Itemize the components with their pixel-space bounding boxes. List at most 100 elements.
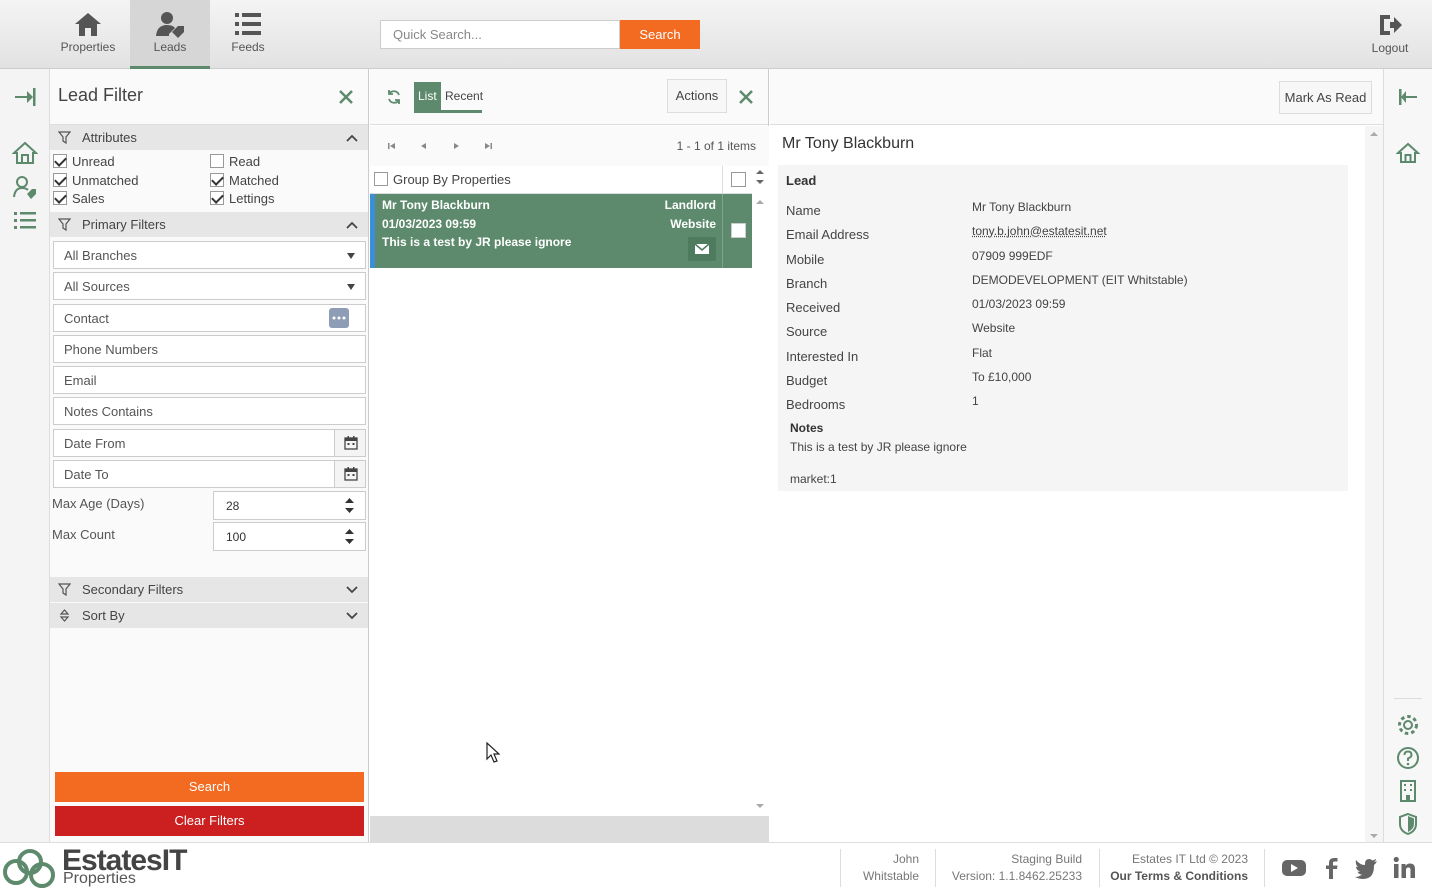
list-icon — [235, 13, 261, 35]
nav-properties[interactable]: Properties — [48, 0, 128, 69]
field-label-budget: Budget — [786, 373, 828, 388]
version-text: Version: 1.1.8462.25233 — [951, 869, 1082, 883]
unmatched-label: Unmatched — [72, 173, 139, 188]
attributes-section-header[interactable]: Attributes — [50, 125, 368, 150]
field-label-received: Received — [786, 300, 841, 315]
email-link[interactable]: tony.b.john@estatesit.net — [972, 224, 1107, 238]
nav-feeds[interactable]: Feeds — [208, 0, 288, 69]
sales-checkbox[interactable]: Sales — [53, 191, 105, 206]
help-icon[interactable] — [1396, 746, 1420, 770]
sources-select[interactable]: All Sources — [53, 272, 366, 300]
calendar-icon — [344, 436, 358, 450]
lettings-checkbox[interactable]: Lettings — [210, 191, 275, 206]
lead-date: 01/03/2023 09:59 — [382, 217, 477, 231]
right-rail — [1383, 69, 1432, 842]
filter-icon — [58, 218, 71, 231]
date-to-field[interactable]: Date To — [53, 460, 366, 488]
home-icon[interactable] — [12, 140, 38, 166]
notes-contains-field[interactable]: Notes Contains — [53, 397, 366, 425]
detail-scrollbar[interactable] — [1365, 126, 1383, 842]
field-label-mobile: Mobile — [786, 252, 825, 267]
max-count-input[interactable]: 100 — [213, 522, 366, 551]
contact-placeholder: Contact — [64, 311, 109, 326]
facebook-icon[interactable] — [1318, 855, 1344, 881]
envelope-icon[interactable] — [688, 237, 716, 261]
first-page-icon[interactable] — [386, 140, 398, 152]
next-page-icon[interactable] — [450, 140, 462, 152]
date-from-field[interactable]: Date From — [53, 429, 366, 457]
lead-note: This is a test by JR please ignore — [382, 235, 572, 249]
group-by-row: Group By Properties — [370, 166, 752, 194]
list-scrollbar[interactable] — [752, 166, 769, 816]
items-count: 1 - 1 of 1 items — [676, 139, 756, 153]
stepper[interactable] — [334, 523, 365, 550]
lead-type: Landlord — [664, 198, 716, 212]
field-label-branch: Branch — [786, 276, 828, 291]
checkbox-box — [210, 154, 224, 168]
primary-filters-section-header[interactable]: Primary Filters — [50, 212, 368, 237]
notes-placeholder: Notes Contains — [64, 404, 153, 419]
phone-numbers-field[interactable]: Phone Numbers — [53, 335, 366, 363]
unmatched-checkbox[interactable]: Unmatched — [53, 173, 138, 188]
prev-page-icon[interactable] — [418, 140, 430, 152]
last-page-icon[interactable] — [482, 140, 494, 152]
contact-field[interactable]: Contact — [53, 304, 366, 332]
quick-search-button[interactable]: Search — [620, 20, 700, 49]
actions-button[interactable]: Actions — [667, 79, 727, 113]
select-all-checkbox[interactable] — [731, 172, 751, 188]
user-branch: Whitstable — [862, 869, 919, 883]
horizontal-scrollbar[interactable] — [370, 816, 769, 842]
unread-checkbox[interactable]: Unread — [53, 154, 115, 169]
logout-button[interactable]: Logout — [1360, 0, 1420, 69]
footer: EstatesIT Properties John Whitstable Sta… — [0, 842, 1432, 892]
chevron-up-icon — [346, 221, 358, 229]
user-first-name: John — [892, 852, 919, 866]
group-by-properties-checkbox[interactable]: Group By Properties — [374, 172, 511, 187]
secondary-filters-section-header[interactable]: Secondary Filters — [50, 577, 368, 602]
list-header: List Recent Actions — [370, 69, 768, 125]
email-field[interactable]: Email — [53, 366, 366, 394]
close-icon[interactable] — [739, 90, 753, 104]
building-icon[interactable] — [1396, 779, 1420, 803]
tab-recent[interactable]: Recent — [441, 82, 487, 112]
sort-by-section-header[interactable]: Sort By — [50, 603, 368, 628]
shield-icon[interactable] — [1396, 812, 1420, 836]
row-checkbox[interactable] — [731, 223, 746, 238]
max-age-input[interactable]: 28 — [213, 491, 366, 520]
branches-select[interactable]: All Branches — [53, 241, 366, 269]
lead-row[interactable]: Mr Tony Blackburn 01/03/2023 09:59 This … — [370, 194, 752, 268]
divider — [1264, 849, 1265, 887]
gear-icon[interactable] — [1396, 713, 1420, 737]
list-icon[interactable] — [12, 207, 38, 233]
collapse-left-icon[interactable] — [1396, 85, 1420, 109]
collapse-right-icon[interactable] — [12, 84, 38, 110]
mark-as-read-button[interactable]: Mark As Read — [1279, 81, 1372, 114]
lead-name: Mr Tony Blackburn — [382, 198, 490, 212]
youtube-icon[interactable] — [1281, 855, 1307, 881]
close-icon[interactable] — [338, 89, 354, 105]
refresh-icon[interactable] — [386, 89, 402, 105]
nav-leads[interactable]: Leads — [130, 0, 210, 69]
home-icon[interactable] — [1396, 141, 1420, 165]
build-label: Staging Build — [1011, 852, 1082, 866]
more-icon[interactable] — [329, 308, 349, 328]
lead-card: Lead Name Mr Tony Blackburn Email Addres… — [778, 165, 1348, 491]
tab-list[interactable]: List — [414, 82, 441, 112]
terms-link[interactable]: Our Terms & Conditions — [1104, 868, 1248, 885]
left-rail — [0, 69, 50, 842]
sort-by-label: Sort By — [82, 608, 125, 623]
linkedin-icon[interactable] — [1392, 855, 1418, 881]
twitter-icon[interactable] — [1353, 855, 1379, 881]
user-tag-icon[interactable] — [12, 174, 38, 200]
field-label-interested-in: Interested In — [786, 349, 859, 364]
quick-search-input[interactable] — [380, 20, 620, 49]
sources-value: All Sources — [64, 279, 130, 294]
stepper[interactable] — [334, 492, 365, 519]
read-checkbox[interactable]: Read — [210, 154, 260, 169]
calendar-button[interactable] — [334, 461, 365, 487]
scroll-up-down-icon — [756, 170, 764, 184]
clear-filters-button[interactable]: Clear Filters — [55, 806, 364, 836]
filter-search-button[interactable]: Search — [55, 772, 364, 802]
matched-checkbox[interactable]: Matched — [210, 173, 279, 188]
calendar-button[interactable] — [334, 430, 365, 456]
